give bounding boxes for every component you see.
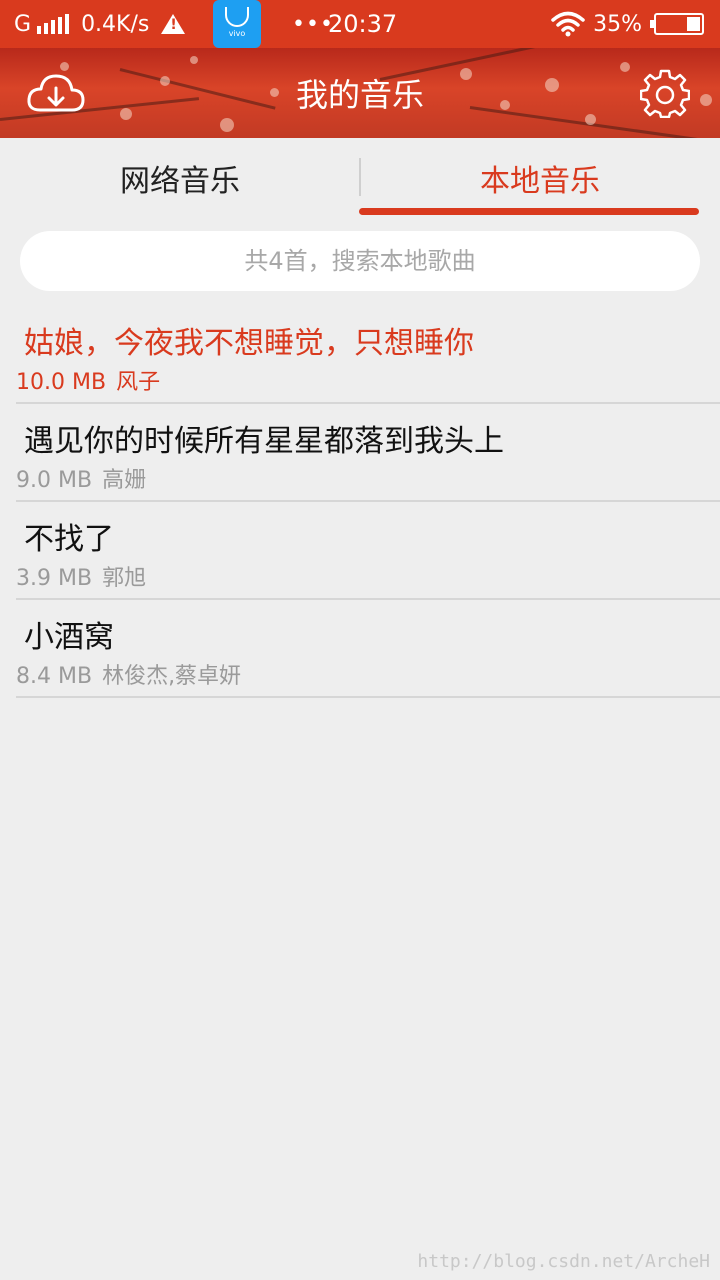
song-meta: 3.9 MB 郭旭 [16, 560, 146, 592]
list-item[interactable]: 小酒窝 8.4 MB 林俊杰,蔡卓妍 [0, 600, 720, 698]
watermark: http://blog.csdn.net/ArcheH [417, 1251, 710, 1272]
song-size: 10.0 MB [16, 370, 107, 395]
status-bar: G 0.4K/s vivo ••• 20:37 35% [0, 0, 720, 48]
song-title: 不找了 [24, 522, 114, 557]
song-title: 遇见你的时候所有星星都落到我头上 [24, 424, 504, 459]
status-left: G 0.4K/s [14, 0, 186, 48]
song-artist: 林俊杰,蔡卓妍 [102, 664, 242, 689]
divider [16, 696, 720, 698]
tab-online-music[interactable]: 网络音乐 [0, 138, 360, 218]
search-input[interactable] [20, 231, 700, 291]
song-size: 8.4 MB [16, 664, 93, 689]
status-time: 20:37 [328, 10, 398, 38]
battery-icon [650, 13, 704, 35]
song-title: 姑娘，今夜我不想睡觉，只想睡你 [24, 326, 474, 361]
vivo-label: vivo [228, 28, 246, 38]
status-right: 35% [551, 0, 704, 48]
search-area [0, 218, 720, 306]
network-type: G [14, 11, 32, 37]
list-item[interactable]: 姑娘，今夜我不想睡觉，只想睡你 10.0 MB 风子 [0, 306, 720, 404]
song-artist: 郭旭 [102, 566, 147, 591]
song-artist: 风子 [116, 370, 161, 395]
signal-icon [37, 14, 70, 34]
song-meta: 9.0 MB 高姗 [16, 462, 146, 494]
song-artist: 高姗 [102, 468, 147, 493]
battery-percent: 35% [593, 11, 642, 37]
song-meta: 8.4 MB 林俊杰,蔡卓妍 [16, 658, 241, 690]
app-header: 我的音乐 [0, 48, 720, 138]
network-speed: 0.4K/s [81, 11, 150, 37]
list-item[interactable]: 遇见你的时候所有星星都落到我头上 9.0 MB 高姗 [0, 404, 720, 502]
page-title: 我的音乐 [295, 76, 424, 114]
gear-icon[interactable] [639, 68, 691, 119]
music-app-screen: G 0.4K/s vivo ••• 20:37 35% [0, 0, 720, 1280]
song-title: 小酒窝 [24, 620, 114, 655]
warning-icon [161, 14, 186, 34]
tab-local-music[interactable]: 本地音乐 [360, 138, 720, 218]
song-list: 姑娘，今夜我不想睡觉，只想睡你 10.0 MB 风子 遇见你的时候所有星星都落到我… [0, 306, 720, 698]
music-tabs: 网络音乐 本地音乐 [0, 138, 720, 218]
song-meta: 10.0 MB 风子 [16, 364, 160, 396]
song-size: 3.9 MB [16, 566, 93, 591]
list-item[interactable]: 不找了 3.9 MB 郭旭 [0, 502, 720, 600]
song-size: 9.0 MB [16, 468, 93, 493]
vivo-store-icon: vivo [213, 0, 261, 48]
wifi-icon [551, 11, 585, 37]
active-tab-indicator [359, 208, 699, 215]
